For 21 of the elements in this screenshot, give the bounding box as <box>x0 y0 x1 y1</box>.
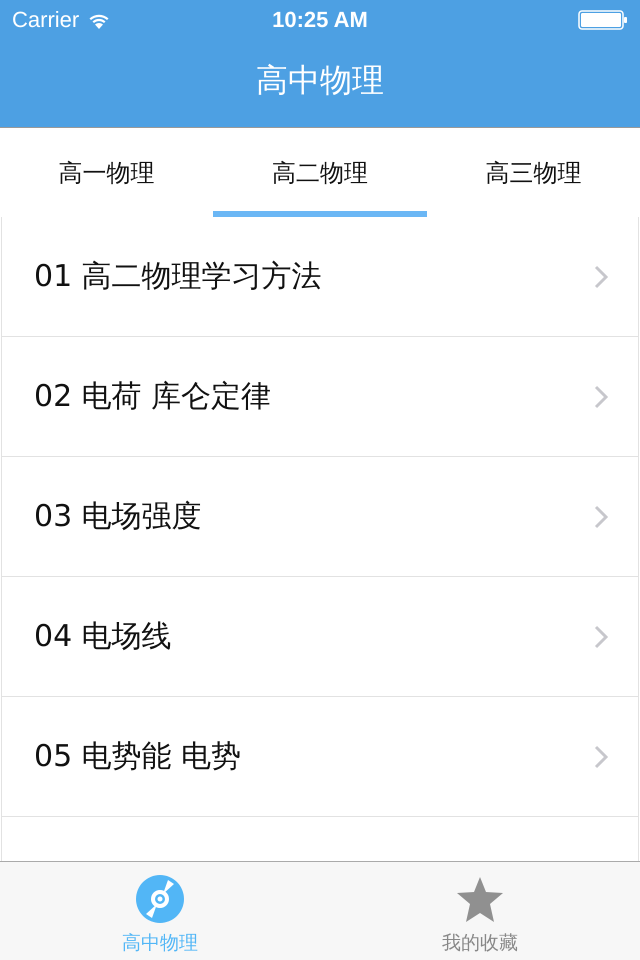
lesson-title: 03 电场强度 <box>34 498 203 536</box>
lesson-title: 02 电荷 库仑定律 <box>34 378 272 416</box>
lesson-title: 01 高二物理学习方法 <box>34 258 323 296</box>
clock-time: 10:25 AM <box>272 7 368 33</box>
star-icon <box>455 876 505 924</box>
lesson-row[interactable]: 05 电势能 电势 <box>1 697 639 817</box>
battery-icon <box>578 10 628 30</box>
lesson-row[interactable]: 02 电荷 库仑定律 <box>1 337 639 457</box>
chevron-right-icon <box>594 504 608 528</box>
lesson-row[interactable]: 04 电场线 <box>1 577 639 697</box>
carrier-label: Carrier <box>12 7 80 33</box>
page-title: 高中物理 <box>255 60 385 100</box>
disc-icon <box>135 874 185 924</box>
lesson-row[interactable]: 01 高二物理学习方法 <box>1 217 639 337</box>
chevron-right-icon <box>594 264 608 288</box>
chevron-right-icon <box>594 744 608 768</box>
chevron-right-icon <box>594 384 608 408</box>
lesson-title: 05 电势能 电势 <box>34 738 242 776</box>
lesson-row[interactable]: 03 电场强度 <box>1 457 639 577</box>
lesson-title: 04 电场线 <box>34 618 173 656</box>
chevron-right-icon <box>594 624 608 648</box>
